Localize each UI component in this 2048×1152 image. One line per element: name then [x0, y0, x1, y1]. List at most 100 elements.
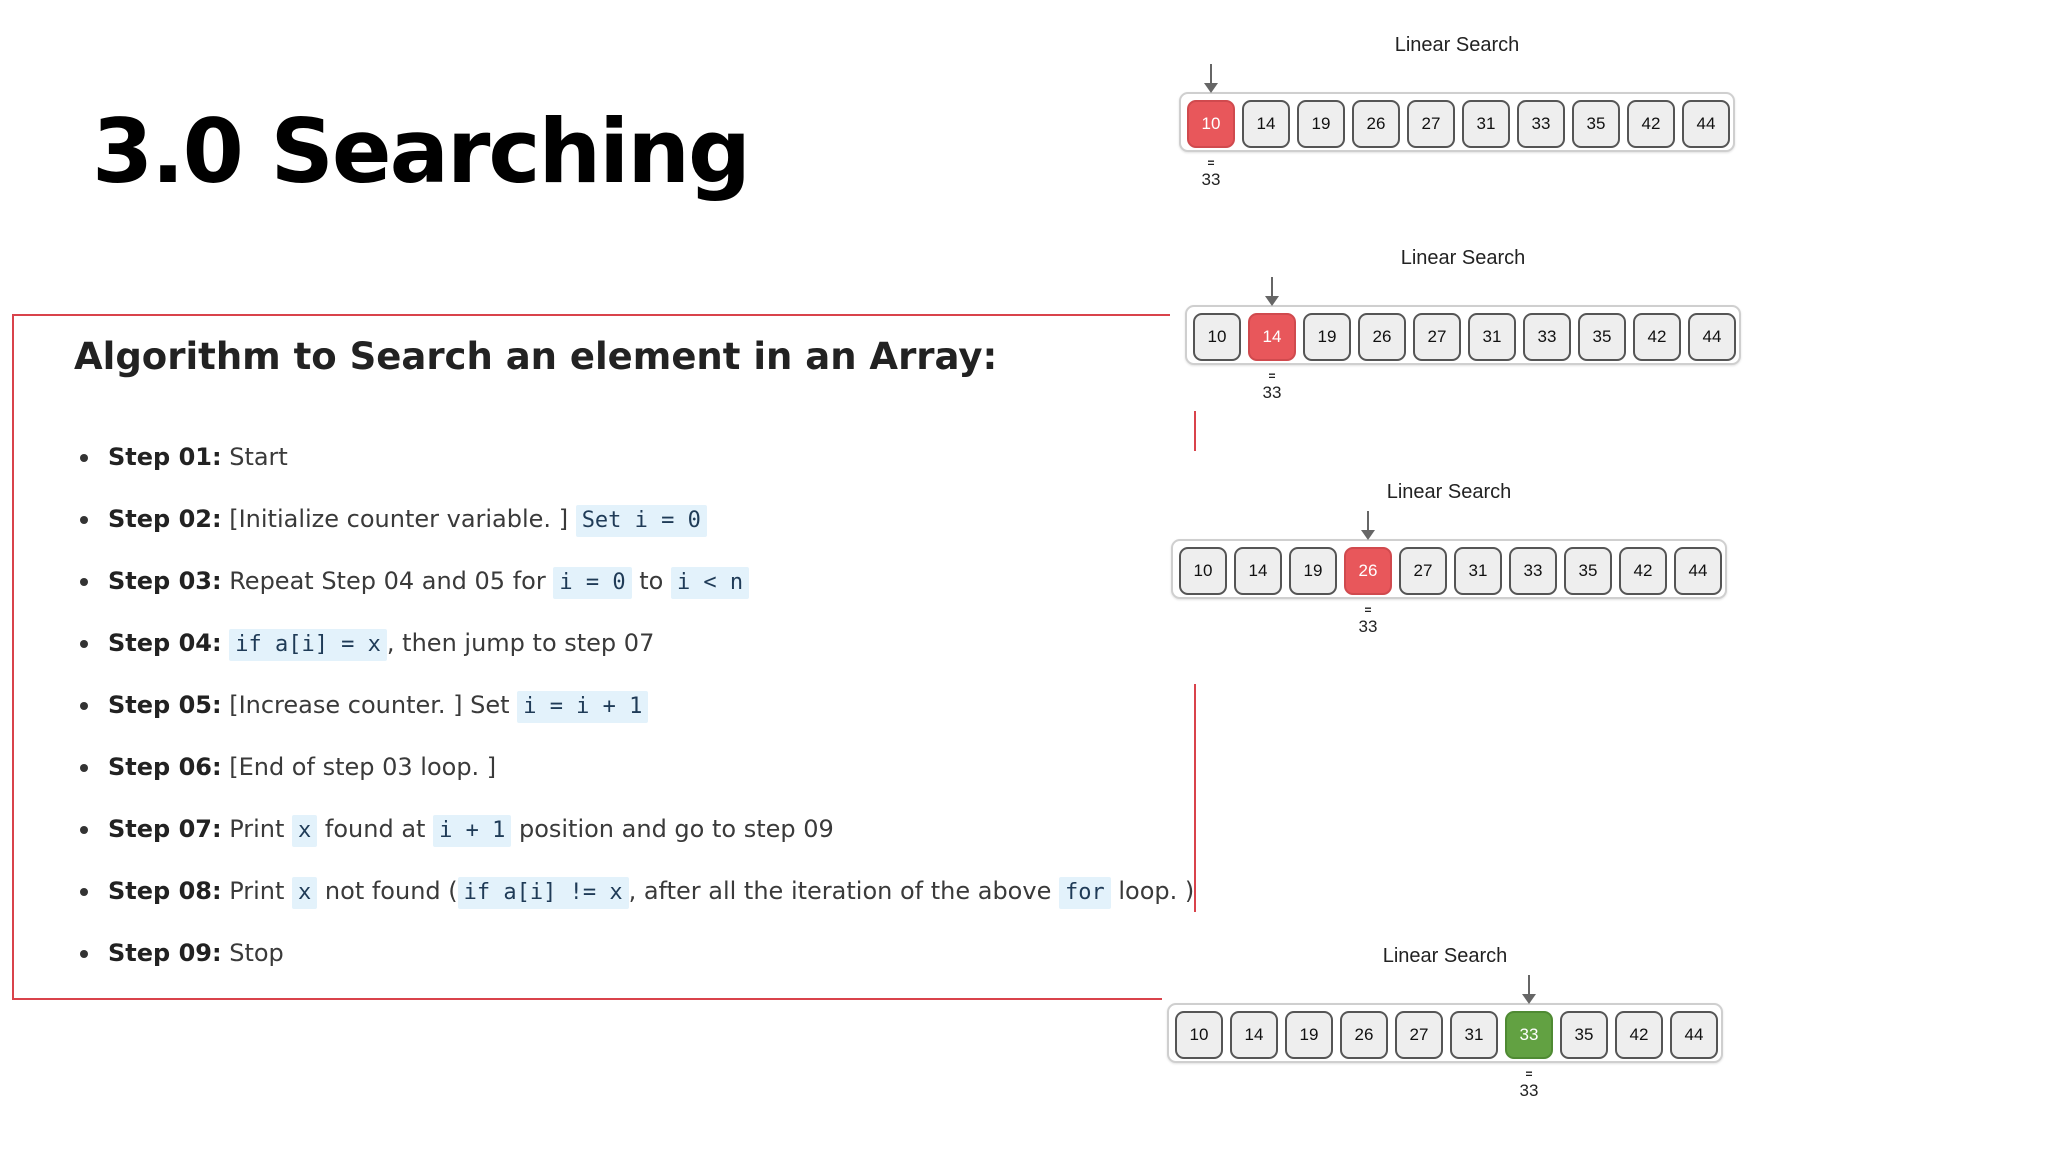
equals-sign: =	[1268, 369, 1276, 383]
algorithm-box-left-border	[12, 314, 14, 1000]
step-label: Step 06:	[108, 753, 222, 781]
algorithm-step: Step 05: [Increase counter. ] Set i = i …	[76, 685, 1194, 747]
array-cell: 10	[1179, 547, 1227, 595]
code-snippet: if a[i] = x	[229, 629, 387, 661]
array-cell: 19	[1285, 1011, 1333, 1059]
equals-sign: =	[1525, 1067, 1533, 1081]
pointer-arrow-icon	[1522, 975, 1536, 1004]
array-cell: 14	[1230, 1011, 1278, 1059]
comparison-label: = 33	[1191, 156, 1231, 190]
algorithm-step: Step 03: Repeat Step 04 and 05 for i = 0…	[76, 561, 1194, 623]
step-text: to	[631, 567, 671, 595]
array-cell: 27	[1395, 1011, 1443, 1059]
step-text: found at	[317, 815, 434, 843]
array-cell: 42	[1627, 100, 1675, 148]
array-container: 10 14 19 26 27 31 33 35 42 44	[1185, 305, 1741, 365]
array-cell: 27	[1407, 100, 1455, 148]
array-cell: 35	[1572, 100, 1620, 148]
linear-search-diagram: Linear Search 10 14 19 26 27 31 33 35 42 44 = 33	[1185, 247, 1741, 407]
search-key: 33	[1358, 617, 1378, 636]
array-cell: 27	[1399, 547, 1447, 595]
step-label: Step 02:	[108, 505, 222, 533]
equals-sign: =	[1364, 603, 1372, 617]
step-text: loop. )	[1110, 877, 1195, 905]
array-container: 10 14 19 26 27 31 33 35 42 44	[1171, 539, 1727, 599]
array-cell: 33	[1505, 1011, 1553, 1059]
array-container: 10 14 19 26 27 31 33 35 42 44	[1179, 92, 1735, 152]
linear-search-diagram: Linear Search 10 14 19 26 27 31 33 35 42 44 = 33	[1167, 945, 1723, 1105]
array-cell: 14	[1234, 547, 1282, 595]
pointer-arrow-icon	[1361, 511, 1375, 540]
algorithm-step: Step 04: if a[i] = x, then jump to step …	[76, 623, 1194, 685]
equals-sign: =	[1207, 156, 1215, 170]
algorithm-step: Step 06: [End of step 03 loop. ]	[76, 747, 1194, 809]
step-text: Repeat Step 04 and 05 for	[221, 567, 554, 595]
array-cell: 14	[1248, 313, 1296, 361]
slide-title: 3.0 Searching	[92, 100, 751, 203]
linear-search-diagram: Linear Search 10 14 19 26 27 31 33 35 42 44 = 33	[1179, 34, 1735, 194]
step-text: , after all the iteration of the above	[628, 877, 1059, 905]
step-text: Start	[221, 443, 288, 471]
code-snippet: x	[292, 815, 318, 847]
array-cell: 31	[1462, 100, 1510, 148]
array-cell: 44	[1670, 1011, 1718, 1059]
code-snippet: Set i = 0	[575, 505, 707, 537]
array-cell: 35	[1578, 313, 1626, 361]
diagram-title: Linear Search	[1400, 247, 1526, 269]
array-cell: 44	[1674, 547, 1722, 595]
algorithm-step: Step 09: Stop	[76, 933, 1194, 995]
search-key: 33	[1262, 383, 1282, 402]
step-text: position and go to step 09	[511, 815, 834, 843]
array-cell: 35	[1560, 1011, 1608, 1059]
array-cell: 44	[1688, 313, 1736, 361]
step-label: Step 05:	[108, 691, 222, 719]
step-label: Step 01:	[108, 443, 222, 471]
array-cell: 31	[1454, 547, 1502, 595]
algorithm-step: Step 01: Start	[76, 437, 1194, 499]
algorithm-step: Step 07: Print x found at i + 1 position…	[76, 809, 1194, 871]
algorithm-steps-list: Step 01: Start Step 02: [Initialize count…	[76, 437, 1194, 995]
array-cell: 42	[1615, 1011, 1663, 1059]
array-cell: 14	[1242, 100, 1290, 148]
step-text: Stop	[221, 939, 284, 967]
array-cell: 42	[1633, 313, 1681, 361]
array-cell: 26	[1344, 547, 1392, 595]
pointer-arrow-icon	[1265, 277, 1279, 306]
algorithm-box-right-border-lower	[1194, 684, 1196, 912]
step-label: Step 04:	[108, 629, 222, 657]
search-key: 33	[1519, 1081, 1539, 1100]
step-text: [Initialize counter variable. ]	[221, 505, 576, 533]
array-cell: 26	[1352, 100, 1400, 148]
array-cell: 19	[1289, 547, 1337, 595]
code-snippet: for	[1058, 877, 1111, 909]
step-text	[222, 629, 230, 657]
code-snippet: i = i + 1	[517, 691, 649, 723]
code-snippet: i + 1	[433, 815, 512, 847]
step-text: , then jump to step 07	[386, 629, 655, 657]
algorithm-box-bottom-border	[12, 998, 1162, 1000]
array-cell: 42	[1619, 547, 1667, 595]
diagram-title: Linear Search	[1382, 945, 1508, 967]
step-text: Print	[221, 877, 293, 905]
step-label: Step 07:	[108, 815, 222, 843]
step-label: Step 03:	[108, 567, 222, 595]
array-cell: 33	[1509, 547, 1557, 595]
algorithm-step: Step 08: Print x not found (if a[i] != x…	[76, 871, 1194, 933]
comparison-label: = 33	[1348, 603, 1388, 637]
step-text: [Increase counter. ] Set	[221, 691, 518, 719]
linear-search-diagram: Linear Search 10 14 19 26 27 31 33 35 42 44 = 33	[1171, 481, 1727, 641]
algorithm-box-top-border	[12, 314, 1170, 316]
array-cell: 26	[1340, 1011, 1388, 1059]
array-cell: 10	[1175, 1011, 1223, 1059]
code-snippet: i = 0	[553, 567, 632, 599]
array-cell: 19	[1303, 313, 1351, 361]
step-label: Step 08:	[108, 877, 222, 905]
array-cell: 10	[1187, 100, 1235, 148]
comparison-label: = 33	[1252, 369, 1292, 403]
pointer-arrow-icon	[1204, 64, 1218, 93]
step-label: Step 09:	[108, 939, 222, 967]
algorithm-box-right-border-upper	[1194, 411, 1196, 451]
array-container: 10 14 19 26 27 31 33 35 42 44	[1167, 1003, 1723, 1063]
array-cell: 33	[1523, 313, 1571, 361]
search-key: 33	[1201, 170, 1221, 189]
